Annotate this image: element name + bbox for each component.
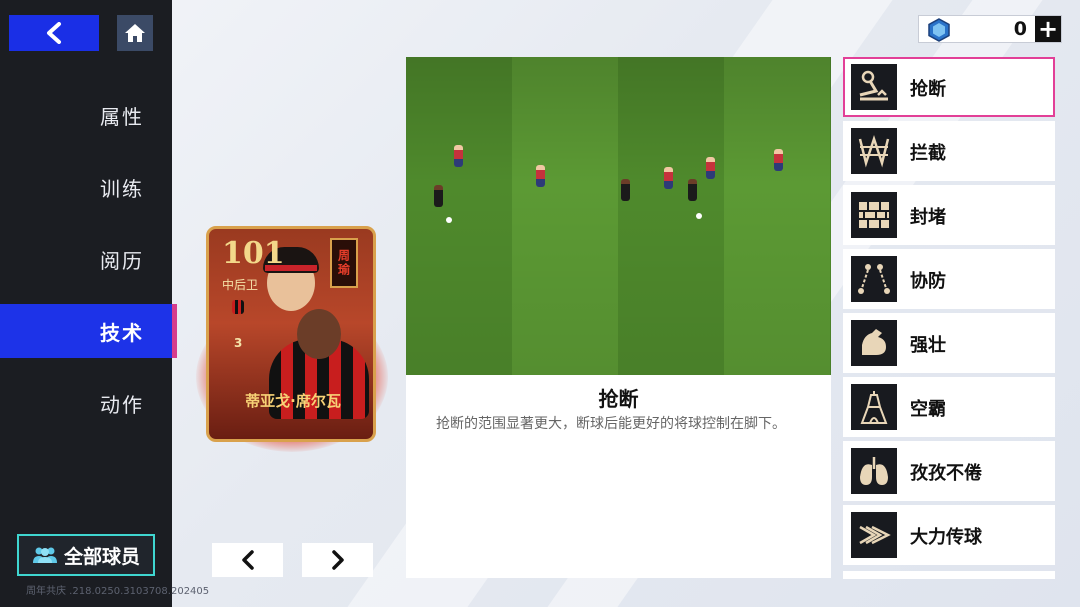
player-card: 101 中后卫 3 周瑜 蒂亚戈·席尔瓦 [196,212,388,452]
nav-item-label: 动作 [100,392,144,417]
plus-icon: + [1037,15,1059,43]
skill-item-tireless[interactable]: 孜孜不倦 [843,441,1055,501]
player-figure [536,165,545,187]
skill-label: 强壮 [910,335,946,356]
all-players-button[interactable]: 全部球员 [17,534,155,576]
nav-item-label: 属性 [100,104,144,129]
skill-item-block[interactable]: 封堵 [843,185,1055,245]
skill-label: 抢断 [910,79,946,100]
tackle-icon [851,64,897,110]
skill-title: 抢断 [598,387,639,411]
nav-item-moves[interactable]: 动作 [0,376,172,430]
tower-icon [851,384,897,430]
skill-label: 拦截 [910,143,946,164]
skill-item-tackle[interactable]: 抢断 [843,57,1055,117]
currency-display: 0 + [918,15,1062,43]
player-figure [706,157,715,179]
player-number: 3 [234,336,243,350]
sidebar: 属性 训练 阅历 技术 动作 全部球员 周年共庆 .218.0250.31037… [0,0,209,607]
player-portrait [297,309,341,359]
home-button[interactable] [117,15,153,51]
player-figure [454,145,463,167]
player-position: 中后卫 [222,278,259,292]
skill-item-strong[interactable]: 强壮 [843,313,1055,373]
chevron-left-icon [241,550,254,570]
next-player-button[interactable] [302,543,373,577]
coin-hex-icon [928,18,950,42]
player-figure [621,179,630,201]
footer-version-text: 周年共庆 .218.0250.3103708.202405 [26,586,210,597]
skill-item-power-pass[interactable]: 大力传球 [843,505,1055,565]
skill-label: 大力传球 [910,527,982,548]
skill-label: 孜孜不倦 [910,463,982,484]
people-icon [32,547,57,563]
football [696,213,702,219]
nav-item-skills[interactable]: 技术 [0,304,177,358]
skill-label: 封堵 [910,207,946,228]
skill-detail-panel: 抢断 抢断的范围显著更大，断球后能更好的将球控制在脚下。 [406,57,831,578]
nav-item-label: 技术 [100,320,144,345]
player-figure [688,179,697,201]
player-name: 蒂亚戈·席尔瓦 [245,392,341,410]
video-shade [406,57,831,375]
power-pass-icon [851,512,897,558]
player-rating: 101 [222,236,285,271]
lungs-icon [851,448,897,494]
player-figure [664,167,673,189]
football [446,217,452,223]
player-figure [774,149,783,171]
club-badge-icon [232,300,244,314]
nav-item-attributes[interactable]: 属性 [0,88,172,142]
player-figure [434,185,443,207]
skill-preview-video[interactable] [406,57,831,375]
skill-list-next-peek [843,571,1055,579]
intercept-icon [851,128,897,174]
chevron-right-icon [331,550,344,570]
skill-item-cover[interactable]: 协防 [843,249,1055,309]
currency-value: 0 [1013,18,1027,40]
skill-item-intercept[interactable]: 拦截 [843,121,1055,181]
skill-item-air[interactable]: 空霸 [843,377,1055,437]
card-stamp: 周瑜 [330,238,358,288]
muscle-arm-icon [851,320,897,366]
nav-item-label: 阅历 [100,248,144,273]
skill-label: 协防 [910,271,946,292]
nav-item-training[interactable]: 训练 [0,160,172,214]
skill-label: 空霸 [910,399,946,420]
nav-item-label: 训练 [100,176,144,201]
nav-item-experience[interactable]: 阅历 [0,232,172,286]
home-icon [125,24,145,42]
cover-defense-icon [851,256,897,302]
block-wall-icon [851,192,897,238]
skill-description: 抢断的范围显著更大，断球后能更好的将球控制在脚下。 [436,416,786,432]
back-button[interactable] [9,15,99,51]
chevron-left-icon [47,22,61,44]
add-currency-button[interactable]: + [1035,15,1061,43]
prev-player-button[interactable] [212,543,283,577]
all-players-label: 全部球员 [63,545,140,568]
